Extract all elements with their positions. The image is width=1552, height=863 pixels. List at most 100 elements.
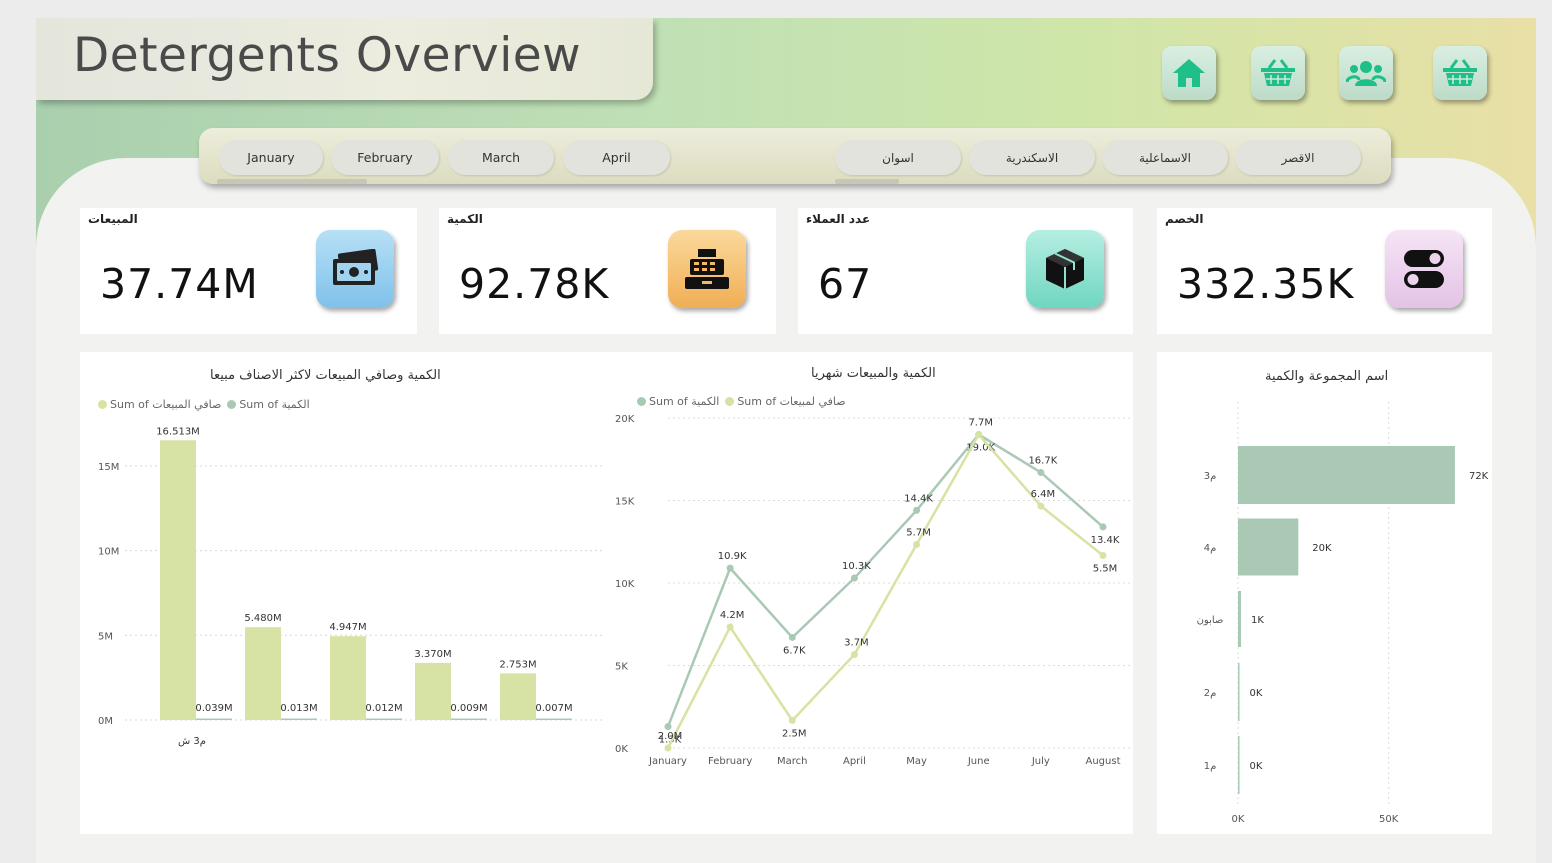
city-slicer-scrollbar[interactable] [835, 179, 899, 184]
line-point [1099, 552, 1107, 559]
y-tick-label: م4 [1204, 543, 1217, 554]
bar-quantity [536, 718, 572, 720]
slicer-month-march[interactable]: March [448, 140, 554, 175]
x-tick-label: August [1086, 756, 1121, 767]
y-tick-label: 0M [98, 716, 113, 727]
users-icon [1346, 61, 1386, 86]
group-bar [1238, 736, 1240, 794]
kpi-label: المبيعات [88, 212, 138, 226]
bar-data-label: 20K [1312, 543, 1332, 554]
line-data-label: 6.7K [783, 645, 806, 656]
legend-dot [227, 400, 237, 409]
line-data-label: 7.7M [968, 418, 993, 429]
slicer-bar: January February March April اسوان الاسك… [199, 128, 1391, 184]
bar-data-label: 3.370M [414, 649, 451, 660]
x-tick-label: April [843, 756, 866, 767]
bar-data-label: 0K [1250, 761, 1263, 772]
bar-data-label: 0.013M [280, 703, 317, 714]
slicer-city-alexandria[interactable]: الاسكندرية [969, 140, 1095, 175]
x-tick-label: July [1031, 756, 1050, 767]
line-point [664, 744, 672, 752]
box-icon [1026, 230, 1104, 308]
bar-quantity [281, 718, 317, 720]
line-point [1037, 502, 1045, 510]
bar-data-label: 5.480M [244, 613, 281, 624]
line-point [1099, 523, 1107, 531]
x-tick-label: May [906, 756, 927, 767]
bar-net-sales [415, 662, 451, 720]
bar-data-label: 0.009M [450, 703, 487, 714]
line-data-label: 2.0M [658, 731, 683, 742]
month-slicer-scrollbar[interactable] [217, 179, 367, 184]
basket-icon [1261, 59, 1295, 86]
line-point [664, 723, 672, 731]
home-button[interactable] [1162, 46, 1216, 100]
line-point [913, 506, 921, 514]
group-bar-chart: 0K 50K م3 72K م4 20K صابون 1K م2 0K م1 0K [1197, 402, 1489, 825]
customers-button[interactable] [1339, 46, 1393, 100]
kpi-label: عدد العملاء [806, 212, 871, 226]
bar-data-label: 0.007M [535, 703, 572, 714]
bar-data-label: 0K [1250, 688, 1263, 699]
bar-quantity [451, 718, 487, 720]
x-tick-label: June [967, 756, 990, 767]
line-point [850, 574, 858, 582]
line-data-label: 3.7M [844, 638, 869, 649]
quantity-line [666, 432, 1104, 728]
basket-button-1[interactable] [1251, 46, 1305, 100]
line-chart-legend: Sum of الكمية Sum of صافي لمبيعات [637, 395, 846, 408]
slicer-city-ismailia[interactable]: الاسماعلية [1102, 140, 1228, 175]
line-chart: 0K5K10K15K20K2M3M4M5M6M7M8MJanuaryFebrua… [615, 414, 1133, 767]
line-data-label: 16.7K [1028, 455, 1057, 466]
kpi-value: 92.78K [459, 260, 610, 308]
basket-button-2[interactable] [1433, 46, 1487, 100]
cash-register-icon [668, 230, 746, 308]
line-data-label: 4.2M [720, 610, 745, 621]
group-bar [1238, 518, 1299, 576]
bar-net-sales [245, 627, 281, 720]
slicer-month-january[interactable]: January [219, 140, 323, 175]
line-point [975, 431, 983, 438]
bar-chart-title: الكمية وصافي المبيعات لاكثر الاصناف مبيع… [210, 368, 441, 383]
line-point [788, 717, 796, 724]
line-chart-title: الكمية والمبيعات شهريا [811, 366, 936, 381]
kpi-value: 332.35K [1177, 260, 1355, 308]
bar-net-sales [160, 440, 196, 720]
line-point [1037, 468, 1045, 476]
legend-dot [725, 397, 735, 406]
bar-net-sales [500, 673, 536, 720]
y-tick-label: صابون [1197, 615, 1224, 626]
x-tick-label: January [648, 756, 687, 767]
line-data-label: 5.7M [906, 528, 931, 539]
hbar-chart-title: اسم المجموعة والكمية [1265, 369, 1389, 384]
kpi-label: الخصم [1165, 212, 1204, 226]
legend-label: Sum of الكمية [649, 395, 720, 408]
bar-net-sales [330, 636, 366, 720]
bar-data-label: 2.753M [499, 659, 536, 670]
y-left-tick-label: 5K [615, 662, 628, 673]
net-sales-line [666, 432, 1104, 749]
y-tick-label: م3 [1204, 471, 1217, 482]
legend-dot [98, 400, 107, 409]
kpi-label: الكمية [447, 212, 483, 226]
x-tick-label: م3 ش [178, 736, 206, 747]
bar-data-label: 72K [1469, 471, 1489, 482]
slicer-month-april[interactable]: April [563, 140, 670, 175]
bar-chart: 0M 5M 10M 15M 16.513M 0.039M م3 ش 5.480M 0.013M 4… [98, 426, 605, 747]
toggle-icon [1385, 230, 1463, 308]
kpi-card-sales: المبيعات 37.74M [80, 208, 417, 334]
group-bar [1238, 591, 1242, 647]
kpi-value: 67 [818, 260, 873, 308]
page-title: Detergents Overview [73, 28, 582, 83]
line-point [788, 633, 796, 641]
line-data-label: 13.4K [1091, 535, 1120, 546]
kpi-card-quantity: الكمية 92.78K [439, 208, 776, 334]
slicer-city-aswan[interactable]: اسوان [835, 140, 961, 175]
legend-label: Sum of صافي لمبيعات [737, 395, 846, 408]
slicer-month-february[interactable]: February [331, 140, 439, 175]
y-tick-label: 5M [98, 631, 113, 642]
slicer-city-luxor[interactable]: الاقصر [1235, 140, 1361, 175]
kpi-card-customers: عدد العملاء 67 [798, 208, 1133, 334]
x-tick-label: March [777, 756, 807, 767]
x-tick-label: 50K [1379, 814, 1399, 825]
